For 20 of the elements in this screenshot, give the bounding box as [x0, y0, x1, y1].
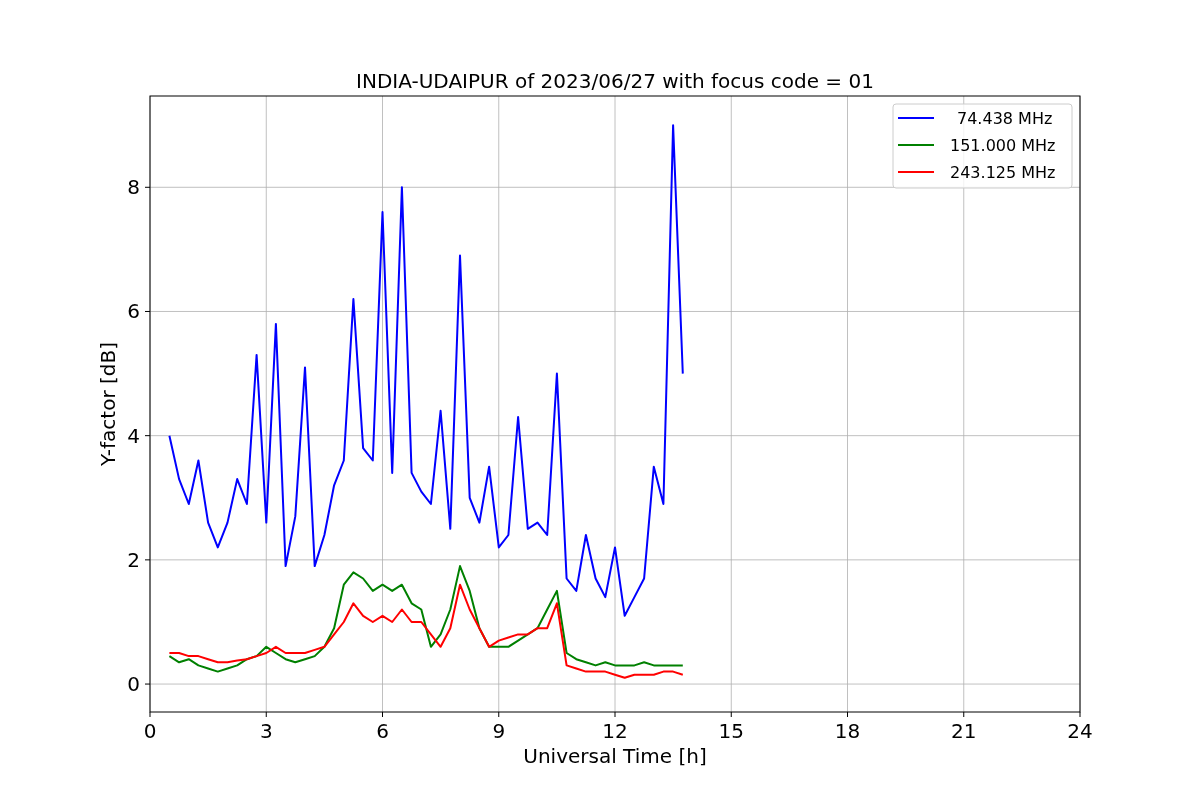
x-tick-label: 3 — [259, 719, 273, 743]
x-tick-label: 24 — [1067, 719, 1093, 743]
x-axis-label: Universal Time [h] — [523, 744, 707, 768]
x-tick-label: 0 — [143, 719, 157, 743]
x-tick-label: 21 — [951, 719, 977, 743]
x-tick-label: 6 — [376, 719, 389, 743]
chart-title: INDIA-UDAIPUR of 2023/06/27 with focus code = 01 — [356, 69, 874, 93]
y-tick-label: 2 — [127, 547, 140, 572]
legend-label: 74.438 MHz — [957, 109, 1053, 128]
legend-label: 243.125 MHz — [950, 163, 1056, 182]
x-tick-label: 15 — [718, 719, 744, 743]
x-tick-label: 9 — [492, 719, 506, 743]
y-axis-label: Y-factor [dB] — [96, 342, 120, 466]
x-tick-label: 18 — [834, 719, 861, 743]
y-tick-label: 0 — [127, 672, 140, 697]
y-tick-label: 8 — [127, 175, 140, 200]
y-tick-label: 6 — [127, 299, 140, 324]
legend-label: 151.000 MHz — [950, 136, 1056, 155]
x-tick-label: 12 — [602, 719, 628, 743]
y-tick-label: 4 — [127, 423, 140, 448]
